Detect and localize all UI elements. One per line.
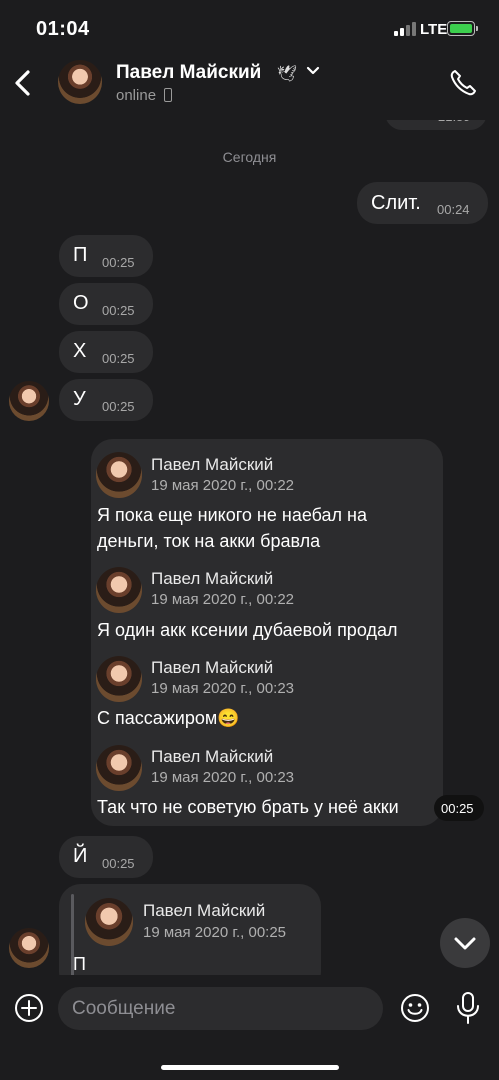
message-time: 00:24 — [437, 202, 470, 217]
date-separator: Сегодня — [222, 149, 277, 165]
phone-icon[interactable] — [448, 68, 478, 98]
plus-icon[interactable] — [14, 993, 44, 1023]
online-status: online — [116, 87, 157, 104]
message-bubble-out[interactable]: Слит. 00:24 — [357, 182, 488, 224]
forward-text: Я один акк ксении дубаевой продал — [97, 620, 398, 640]
chat-title[interactable]: Павел Майский — [116, 62, 261, 84]
forward-text: Я пока еще никого не наебал на — [97, 505, 368, 525]
forward-avatar — [96, 656, 142, 702]
status-time: 01:04 — [36, 18, 90, 40]
forward-avatar — [96, 745, 142, 791]
mobile-device-icon — [164, 88, 172, 102]
message-text: Слит. — [371, 192, 421, 214]
forward-text: деньги, ток на акки бравла — [97, 531, 321, 551]
sender-avatar[interactable] — [9, 381, 49, 421]
forward-sender-name: Павел Майский — [151, 658, 274, 677]
forward-sender-name: Павел Майский — [151, 569, 274, 588]
message-time: 00:25 — [441, 801, 474, 816]
forward-text: Так что не советую брать у неё акки — [97, 797, 399, 817]
network-label: LTE — [420, 21, 448, 38]
message-text: У — [73, 388, 86, 410]
forward-sender-name: Павел Майский — [151, 747, 274, 766]
message-bubble-in[interactable]: Х 00:25 — [59, 331, 153, 373]
message-bubble-in[interactable]: Й 00:25 — [59, 836, 153, 878]
chevron-down-icon — [454, 937, 476, 950]
forward-sender-name: Павел Майский — [143, 901, 266, 920]
sender-avatar[interactable] — [9, 928, 49, 968]
forward-avatar — [96, 567, 142, 613]
forward-date: 19 мая 2020 г., 00:25 — [143, 924, 287, 941]
message-time: 00:25 — [102, 255, 135, 270]
message-text: Й — [73, 845, 88, 867]
forward-date: 19 мая 2020 г., 00:23 — [151, 769, 295, 786]
forward-date: 19 мая 2020 г., 00:22 — [151, 477, 295, 494]
dove-emoji: 🕊 — [277, 66, 298, 83]
battery-icon — [447, 21, 475, 36]
message-text: Х — [73, 340, 87, 362]
message-text: П — [73, 244, 88, 266]
message-bubble-in[interactable]: О 00:25 — [59, 283, 153, 325]
emoji-icon[interactable] — [400, 993, 430, 1023]
forward-text: П — [73, 954, 86, 974]
forward-avatar — [96, 452, 142, 498]
forward-text: С пассажиром😄 — [97, 708, 240, 728]
forward-sender-name: Павел Майский — [151, 455, 274, 474]
back-chevron-icon[interactable] — [10, 64, 38, 102]
forward-date: 19 мая 2020 г., 00:22 — [151, 591, 295, 608]
forwarded-messages-group[interactable]: Павел Майский 19 мая 2020 г., 00:22 Я по… — [91, 439, 443, 826]
message-time: 00:25 — [102, 856, 135, 871]
message-time: 00:25 — [102, 351, 135, 366]
message-text: О — [73, 292, 89, 314]
avatar[interactable] — [58, 60, 102, 104]
microphone-icon[interactable] — [455, 991, 481, 1025]
message-bubble-in[interactable]: П 00:25 — [59, 235, 153, 277]
chevron-down-icon[interactable] — [306, 66, 320, 76]
forward-avatar — [85, 898, 133, 946]
forward-date: 19 мая 2020 г., 00:23 — [151, 680, 295, 697]
message-input[interactable] — [58, 987, 383, 1030]
battery-tip — [476, 26, 478, 31]
scroll-down-button[interactable] — [440, 918, 490, 968]
signal-icon — [394, 22, 416, 36]
message-bubble-in[interactable]: У 00:25 — [59, 379, 153, 421]
home-indicator — [161, 1065, 339, 1070]
message-time: 00:25 — [102, 303, 135, 318]
message-time: 00:25 — [102, 399, 135, 414]
